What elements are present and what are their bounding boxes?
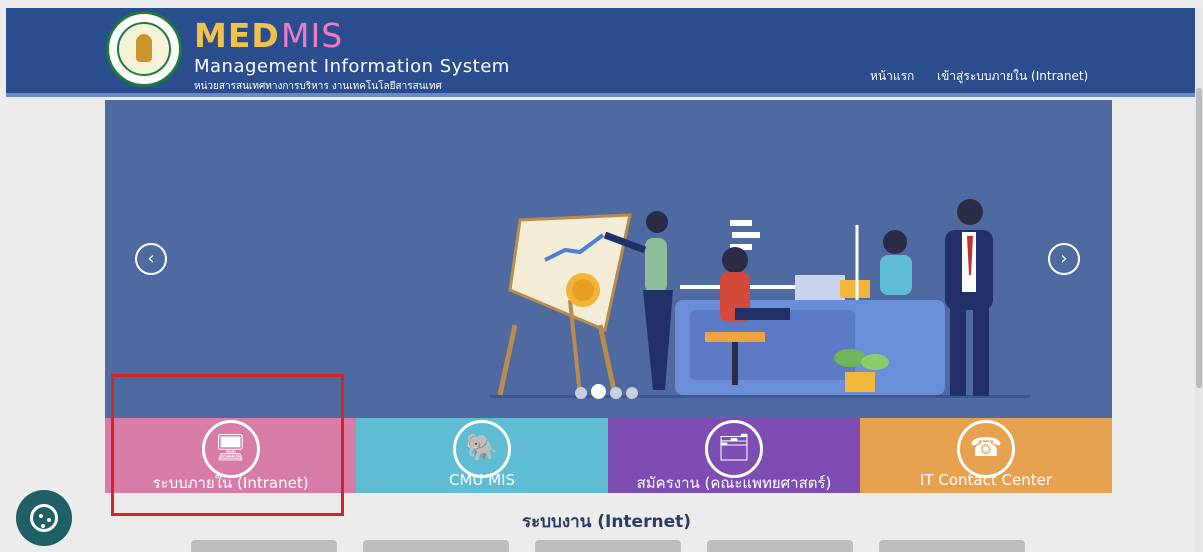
- system-card[interactable]: [363, 540, 509, 552]
- carousel-prev-button[interactable]: ‹: [135, 243, 167, 275]
- cookie-icon: [30, 504, 58, 532]
- job-search-icon: 🗂: [705, 420, 763, 478]
- faculty-seal-logo[interactable]: [106, 11, 182, 87]
- hero-carousel: ‹ ›: [105, 100, 1112, 418]
- tile-intranet[interactable]: 🖥 ระบบภายใน (Intranet): [105, 418, 356, 493]
- section-title: ระบบงาน (Internet): [522, 512, 691, 532]
- carousel-next-button[interactable]: ›: [1048, 243, 1080, 275]
- carousel-dot-2[interactable]: [591, 384, 606, 399]
- business-team-illustration: [490, 199, 1030, 398]
- system-card[interactable]: [191, 540, 337, 552]
- carousel-indicators: [575, 384, 642, 403]
- tile-intranet-label: ระบบภายใน (Intranet): [152, 474, 309, 492]
- tile-it-contact-center-label: IT Contact Center: [920, 471, 1052, 489]
- scrollbar-thumb[interactable]: [1196, 88, 1202, 388]
- nav-home-link[interactable]: หน้าแรก: [870, 67, 914, 86]
- brand-mis: MIS: [281, 16, 344, 55]
- elephant-icon: 🐘: [453, 420, 511, 478]
- brand-thai-subtitle: หน่วยสารสนเทศทางการบริหาร งานเทคโนโลยีสา…: [194, 81, 442, 92]
- computer-icon: 🖥: [201, 420, 260, 478]
- system-card[interactable]: [707, 540, 853, 552]
- tile-job-application[interactable]: 🗂 สมัครงาน (คณะแพทยศาสตร์): [608, 418, 860, 493]
- page-scrollbar[interactable]: [1195, 8, 1203, 552]
- carousel-dot-4[interactable]: [626, 387, 638, 399]
- system-card[interactable]: [879, 540, 1025, 552]
- brand-med: MED: [194, 16, 280, 55]
- tile-it-contact-center[interactable]: ☎ IT Contact Center: [860, 418, 1112, 493]
- tile-cmu-mis-label: CMU MIS: [448, 471, 516, 489]
- tile-cmu-mis[interactable]: 🐘 CMU MIS: [356, 418, 608, 493]
- cookie-settings-button[interactable]: [16, 490, 72, 546]
- system-card[interactable]: [535, 540, 681, 552]
- nav-intranet-login-link[interactable]: เข้าสู่ระบบภายใน (Intranet): [937, 67, 1088, 86]
- tile-job-application-label: สมัครงาน (คณะแพทยศาสตร์): [636, 474, 832, 492]
- telephone-icon: ☎: [957, 420, 1015, 478]
- site-header: MED MIS Management Information System หน…: [6, 8, 1195, 97]
- carousel-dot-1[interactable]: [575, 387, 587, 399]
- brand-subtitle: Management Information System: [194, 56, 510, 77]
- carousel-dot-3[interactable]: [610, 387, 622, 399]
